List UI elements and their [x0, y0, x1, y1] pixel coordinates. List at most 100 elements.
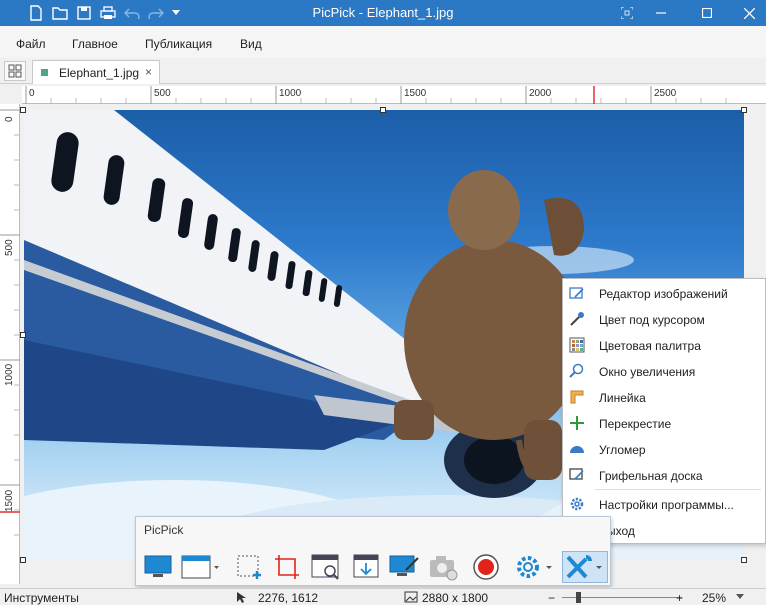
cursor-icon [237, 592, 246, 603]
menu-item-label: Линейка [599, 391, 646, 405]
settings-gear-icon [570, 497, 584, 511]
menu-item-color-picker[interactable]: Цвет под курсором [563, 306, 766, 332]
color-palette-icon [569, 337, 585, 353]
menu-item-crosshair[interactable]: Перекрестие [563, 410, 766, 436]
menu-item-image-editor[interactable]: Редактор изображений [563, 280, 766, 306]
tab-grid-button[interactable] [4, 61, 26, 81]
menu-item-label: Угломер [599, 443, 646, 457]
title-bar: PicPick - Elephant_1.jpg [0, 0, 766, 26]
minimize-button[interactable] [644, 0, 678, 26]
tab-close-icon[interactable]: × [145, 65, 152, 79]
ruler-label: 1500 [404, 88, 427, 99]
ruler-label: 0 [29, 88, 35, 99]
gear-icon [517, 556, 552, 578]
menu-item-ruler[interactable]: Линейка [563, 384, 766, 410]
ruler-label: 1000 [279, 88, 302, 99]
capture-freehand-button[interactable] [386, 551, 422, 583]
zoom-level[interactable]: 25% [702, 591, 726, 605]
whiteboard-icon [569, 468, 584, 480]
menu-item-magnifier[interactable]: Окно увеличения [563, 358, 766, 384]
fullscreen-icon[interactable] [610, 0, 644, 26]
menu-item-label: Грифельная доска [599, 469, 703, 483]
capture-camera-button[interactable] [426, 551, 462, 583]
tools-status-label: Инструменты [4, 591, 79, 605]
image-size: 2880 x 1800 [422, 591, 489, 605]
tools-button[interactable] [562, 551, 608, 583]
image-tab-icon [41, 69, 48, 76]
resize-handle[interactable] [741, 557, 747, 563]
ruler-label: 500 [154, 88, 171, 99]
menu-item-label: Редактор изображений [599, 287, 728, 301]
scroll-capture-icon [311, 554, 339, 580]
eyedropper-icon [570, 312, 584, 326]
resize-handle[interactable] [20, 332, 26, 338]
ruler-label: 2000 [529, 88, 552, 99]
capture-region-button[interactable] [232, 551, 268, 583]
capture-fullscreen-button[interactable] [140, 551, 176, 583]
region-select-icon [237, 555, 261, 579]
menu-item-label: Цветовая палитра [599, 339, 701, 353]
menu-publish[interactable]: Публикация [145, 37, 212, 51]
menu-item-settings[interactable]: Настройки программы... [563, 491, 766, 517]
record-icon [473, 554, 499, 580]
monitor-icon [144, 555, 172, 577]
resize-handle[interactable] [20, 107, 26, 113]
picpick-toolbar: PicPick [135, 516, 611, 586]
resize-handle[interactable] [380, 107, 386, 113]
zoom-out-button[interactable]: − [548, 591, 555, 605]
ruler-label: 500 [4, 239, 15, 256]
menu-item-label: Перекрестие [599, 417, 672, 431]
capture-scrolling-window-button[interactable] [308, 551, 344, 583]
status-bar: Инструменты 2276, 1612 2880 x 1800 − + 2… [0, 588, 766, 605]
crop-icon [275, 555, 299, 579]
menu-separator [595, 489, 761, 490]
menu-home[interactable]: Главное [72, 37, 118, 51]
resize-handle[interactable] [20, 557, 26, 563]
protractor-icon [570, 446, 584, 453]
menu-item-label: Цвет под курсором [599, 313, 705, 327]
ruler-label: 1000 [4, 363, 15, 386]
capture-scroll-down-button[interactable] [348, 551, 384, 583]
settings-button[interactable] [512, 551, 558, 583]
cursor-position: 2276, 1612 [258, 591, 319, 605]
window-icon [181, 555, 219, 579]
zoom-in-button[interactable]: + [676, 591, 683, 605]
tab-label: Elephant_1.jpg [59, 66, 140, 80]
tab-strip: Elephant_1.jpg × [0, 58, 766, 84]
maximize-button[interactable] [690, 0, 724, 26]
monitor-pen-icon [389, 555, 419, 576]
capture-fixed-region-button[interactable] [270, 551, 304, 583]
ruler-label: 0 [4, 116, 15, 122]
download-capture-icon [353, 554, 379, 578]
vertical-ruler[interactable]: 0 500 1000 1500 [0, 104, 20, 584]
close-button[interactable] [732, 0, 766, 26]
menu-item-protractor[interactable]: Угломер [563, 436, 766, 462]
magnifier-icon [569, 363, 584, 378]
vertical-ruler-ticks [0, 109, 20, 536]
menu-bar: Файл Главное Публикация Вид [0, 26, 766, 58]
zoom-slider-thumb[interactable] [576, 592, 581, 603]
tools-context-menu: Редактор изображений Цвет под курсором Ц… [562, 278, 766, 544]
menu-item-whiteboard[interactable]: Грифельная доска [563, 462, 766, 488]
record-screen-button[interactable] [468, 551, 504, 583]
ruler-corner [0, 86, 22, 104]
resize-handle[interactable] [741, 107, 747, 113]
ruler-icon [570, 390, 584, 404]
ruler-label: 2500 [654, 88, 677, 99]
menu-item-label: Настройки программы... [599, 498, 734, 512]
image-editor-icon [569, 287, 584, 299]
capture-window-button[interactable] [178, 551, 222, 583]
menu-file[interactable]: Файл [16, 37, 46, 51]
tab-elephant[interactable]: Elephant_1.jpg × [32, 60, 160, 84]
menu-view[interactable]: Вид [240, 37, 262, 51]
ruler-label: 1500 [4, 489, 15, 512]
image-size-icon [404, 591, 418, 603]
horizontal-ruler[interactable]: 0 500 1000 1500 2000 2500 [22, 86, 766, 104]
menu-item-label: Окно увеличения [599, 365, 696, 379]
chevron-down-icon[interactable] [736, 594, 744, 600]
crosshair-icon [570, 416, 584, 430]
menu-item-color-palette[interactable]: Цветовая палитра [563, 332, 766, 358]
camera-icon [430, 556, 458, 581]
wrench-screwdriver-icon [566, 555, 602, 579]
grid-icon [8, 64, 22, 78]
